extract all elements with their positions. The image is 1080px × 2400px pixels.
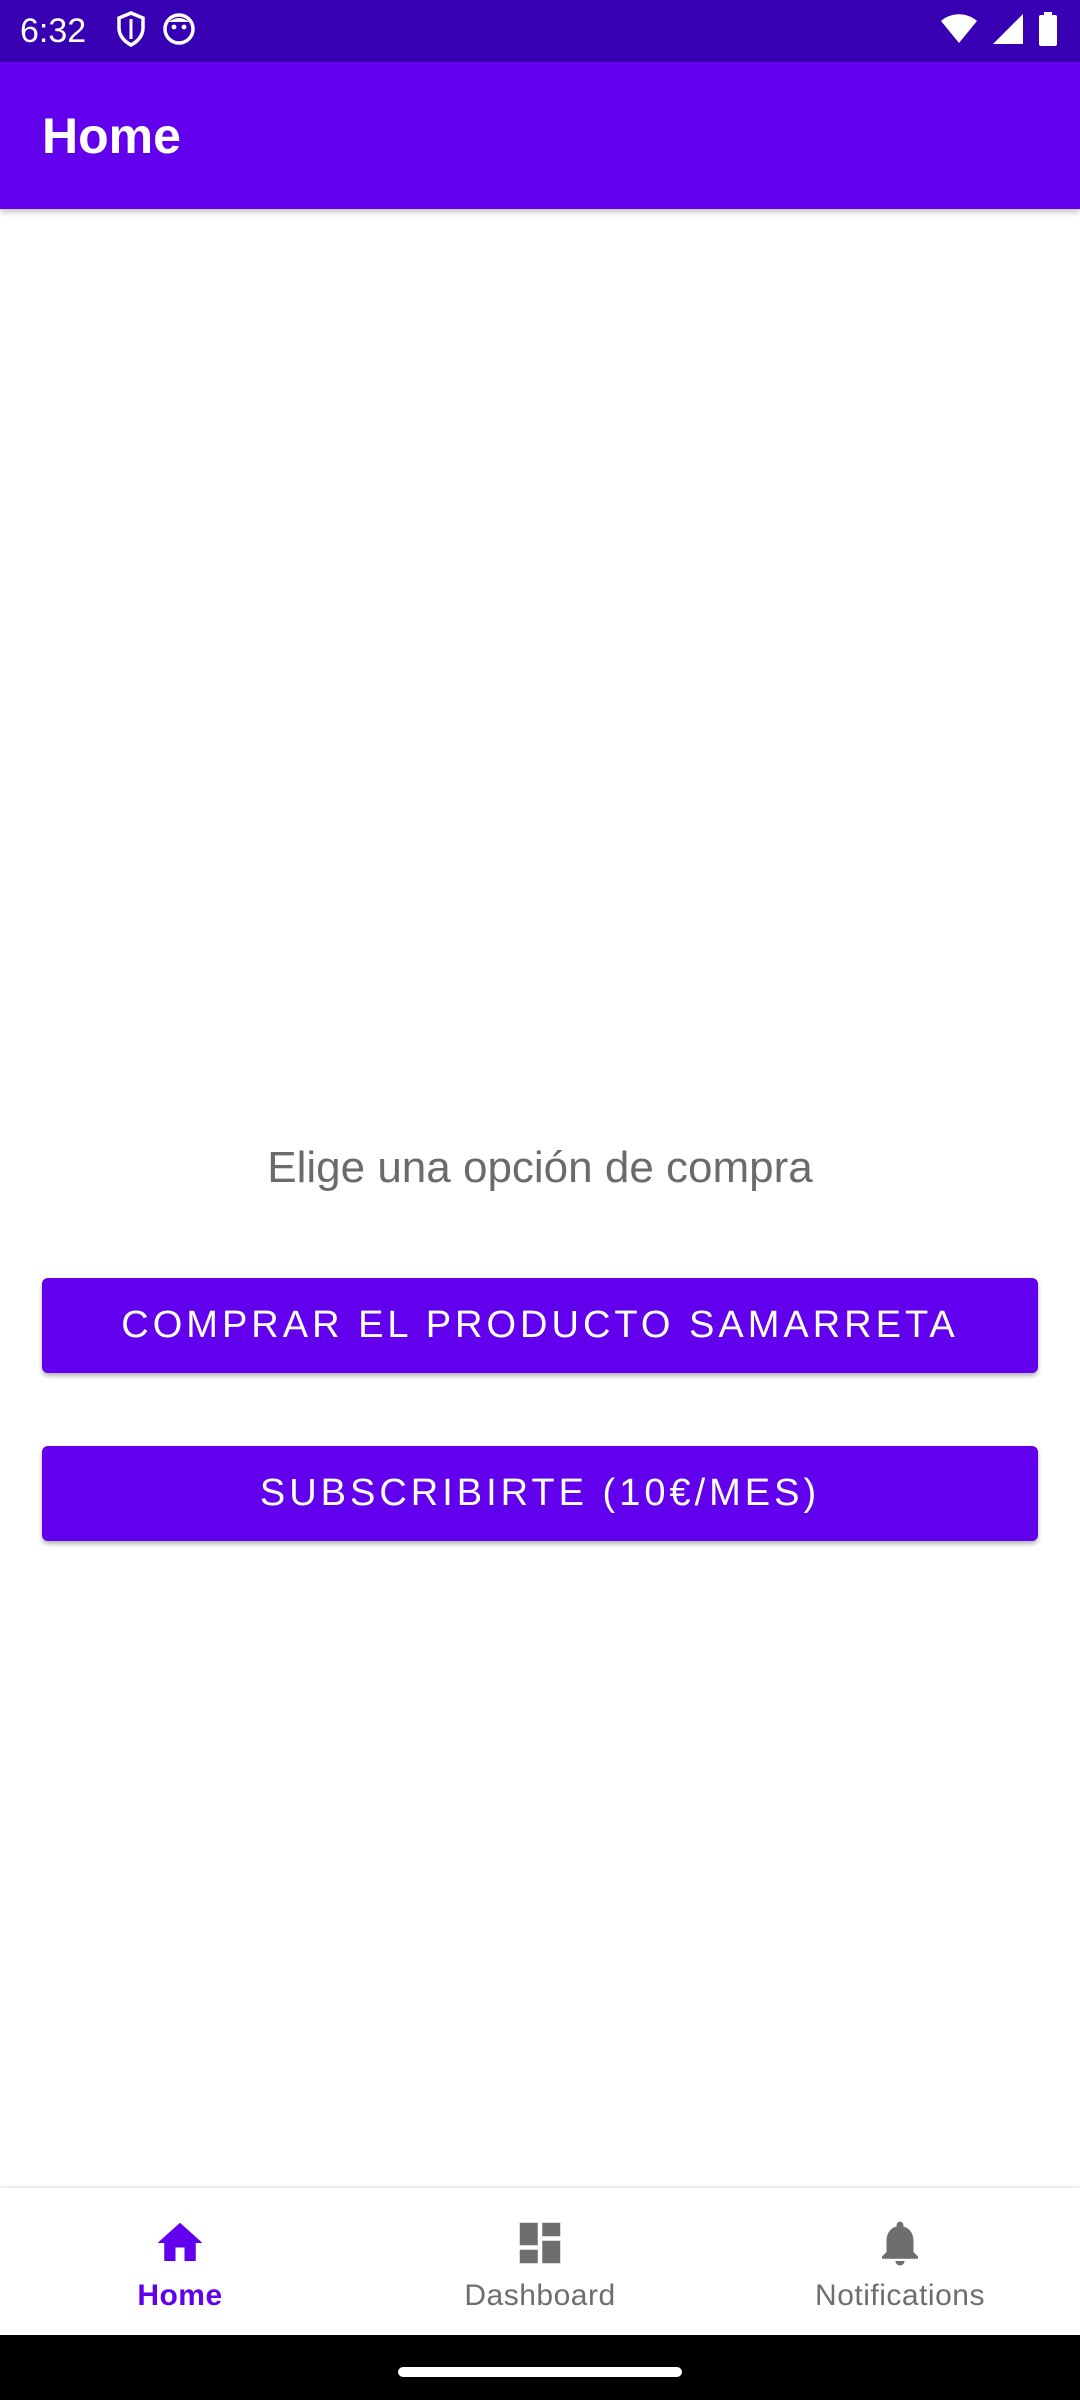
nav-item-notifications[interactable]: Notifications (720, 2188, 1080, 2335)
nav-label-dashboard: Dashboard (464, 2279, 616, 2312)
signal-icon (992, 13, 1024, 50)
bell-icon (873, 2216, 927, 2270)
status-right-icons (940, 11, 1058, 51)
screen: 6:32 Home Elige una opción de compra COM… (0, 0, 1080, 2400)
dashboard-icon (513, 2216, 567, 2270)
app-bar: Home (0, 62, 1080, 209)
face-icon (162, 12, 196, 51)
wifi-icon (940, 13, 978, 50)
nav-label-home: Home (137, 2279, 223, 2312)
shield-icon (116, 10, 146, 52)
status-time: 6:32 (20, 12, 87, 50)
battery-icon (1038, 11, 1058, 51)
buy-product-button[interactable]: COMPRAR EL PRODUCTO SAMARRETA (42, 1278, 1038, 1373)
purchase-prompt: Elige una opción de compra (267, 1143, 813, 1192)
page-title: Home (42, 108, 181, 164)
nav-item-home[interactable]: Home (0, 2188, 360, 2335)
nav-label-notifications: Notifications (815, 2279, 985, 2312)
subscribe-button[interactable]: SUBSCRIBIRTE (10€/MES) (42, 1446, 1038, 1541)
nav-item-dashboard[interactable]: Dashboard (360, 2188, 720, 2335)
bottom-navigation: Home Dashboard Notifications (0, 2188, 1080, 2335)
gesture-handle[interactable] (398, 2367, 682, 2377)
gesture-navigation-area (0, 2335, 1080, 2400)
status-left-icons (116, 10, 196, 52)
home-icon (153, 2216, 207, 2270)
status-bar: 6:32 (0, 0, 1080, 62)
